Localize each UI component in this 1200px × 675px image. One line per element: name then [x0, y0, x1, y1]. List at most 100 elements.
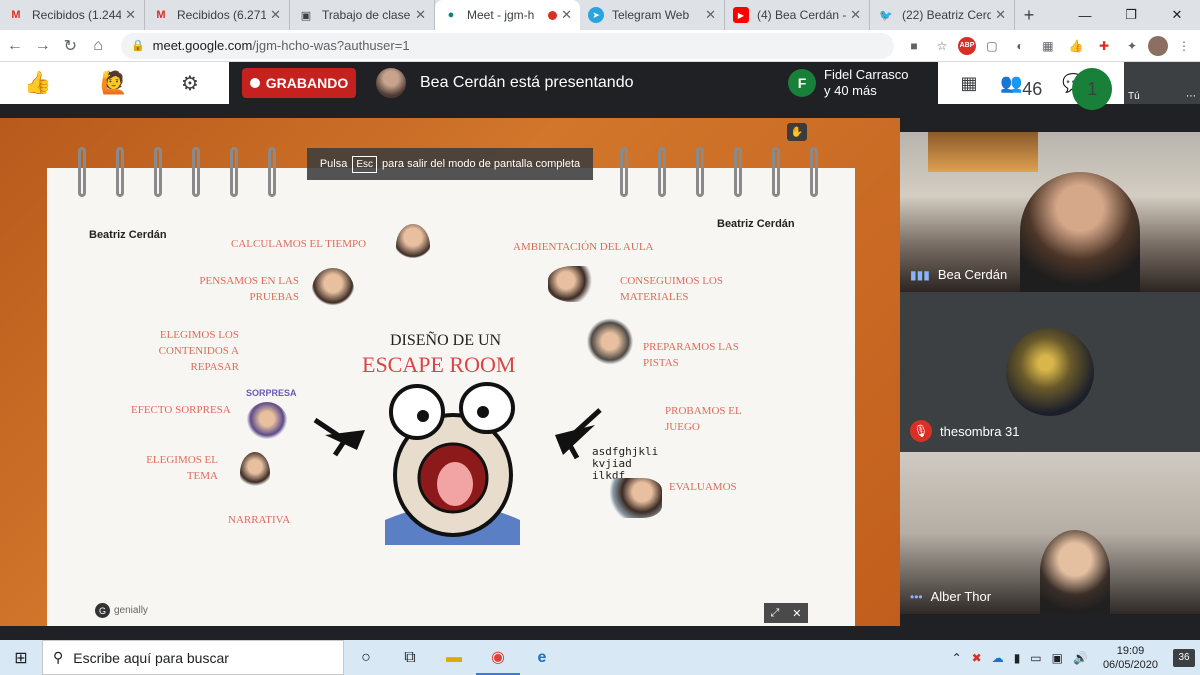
tab-youtube[interactable]: ▶ (4) Bea Cerdán - Yo ✕: [725, 0, 870, 30]
spiral-ring-icon: [696, 147, 704, 197]
battery-icon[interactable]: ▭: [1030, 651, 1041, 665]
tab-gmail-2[interactable]: M Recibidos (6.271) - ✕: [145, 0, 290, 30]
item-ambientacion[interactable]: AMBIENTACIÓN DEL AULA: [513, 239, 653, 255]
item-text-line: TEMA: [186, 470, 218, 482]
grid-layout-icon[interactable]: ▦: [938, 62, 1000, 104]
close-icon[interactable]: ✕: [705, 7, 716, 23]
camera-icon[interactable]: ■: [902, 34, 926, 58]
edge-icon[interactable]: e: [520, 640, 564, 675]
twitter-icon: 🐦: [879, 9, 893, 22]
esc-key: Esc: [352, 155, 378, 173]
cortana-icon[interactable]: ○: [344, 640, 388, 675]
home-icon[interactable]: ⌂: [85, 32, 111, 60]
network-icon[interactable]: ▣: [1052, 651, 1063, 665]
participant-avatar: F: [788, 69, 816, 97]
close-icon[interactable]: ✕: [125, 7, 136, 23]
thumbs-up-icon[interactable]: 👍: [1064, 34, 1088, 58]
meet-right-controls: ▦ 👥46 💬1: [938, 62, 1124, 110]
presenting-label: Bea Cerdán está presentando: [420, 74, 634, 91]
close-icon[interactable]: ✕: [850, 7, 861, 23]
raise-hand-icon[interactable]: 🙋: [76, 70, 152, 96]
item-elegimos-tema[interactable]: ELEGIMOS EL TEMA: [140, 452, 218, 484]
gear-icon[interactable]: ⚙: [152, 71, 228, 96]
task-view-icon[interactable]: ⧉: [388, 640, 432, 675]
participant-tile-thesombra[interactable]: 🎙 thesombra 31: [900, 292, 1200, 452]
self-video-tile[interactable]: Tú ⋯: [1124, 62, 1200, 104]
volume-icon[interactable]: 🔊: [1073, 651, 1088, 665]
adblock-icon[interactable]: ABP: [957, 36, 976, 55]
chevron-up-icon[interactable]: ⌃: [952, 651, 962, 665]
close-icon[interactable]: ✕: [561, 7, 572, 23]
participant-tile-bea[interactable]: ▮▮▮ Bea Cerdán: [900, 132, 1200, 292]
pen-icon[interactable]: ▮: [1014, 651, 1021, 665]
recording-button[interactable]: GRABANDO: [242, 68, 356, 98]
mic-off-icon: 🎙: [910, 420, 932, 442]
tab-classroom[interactable]: ▣ Trabajo de clase de ✕: [290, 0, 435, 30]
reload-icon[interactable]: ↻: [57, 32, 83, 60]
item-narrativa[interactable]: NARRATIVA: [228, 512, 290, 528]
tab-telegram[interactable]: ➤ Telegram Web ✕: [580, 0, 725, 30]
close-icon[interactable]: ✕: [995, 7, 1006, 23]
participant-tile-alber[interactable]: ••• Alber Thor: [900, 452, 1200, 614]
clock[interactable]: 19:09 06/05/2020: [1103, 644, 1158, 672]
hand-icon[interactable]: ✋: [787, 123, 807, 141]
forward-icon[interactable]: →: [30, 32, 56, 60]
slide-title-line2: ESCAPE ROOM: [362, 352, 516, 377]
meet-icon: ●: [447, 9, 455, 21]
notifications-badge[interactable]: 36: [1173, 648, 1195, 667]
new-tab-button[interactable]: +: [1015, 0, 1043, 30]
author-left: Beatriz Cerdán: [89, 229, 167, 241]
minimize-icon[interactable]: —: [1062, 0, 1108, 30]
avatar: [1006, 328, 1094, 416]
close-icon[interactable]: ✕: [415, 7, 426, 23]
self-label: Tú: [1128, 91, 1140, 102]
chat-button[interactable]: 💬1: [1062, 62, 1124, 110]
tab-twitter[interactable]: 🐦 (22) Beatriz Cerdá ✕: [870, 0, 1015, 30]
star-icon[interactable]: ☆: [930, 34, 954, 58]
youtube-icon: ▶: [733, 7, 749, 23]
avatar[interactable]: [1147, 35, 1168, 56]
tab-meet[interactable]: ● Meet - jgm-h ✕: [435, 0, 580, 30]
spiral-ring-icon: [192, 147, 200, 197]
more-options-icon[interactable]: ⋯: [1186, 91, 1196, 102]
classroom-icon: ▣: [300, 9, 312, 22]
participants-chip[interactable]: F Fidel Carrasco y 40 más: [788, 66, 909, 100]
recording-dot-icon: [548, 10, 558, 20]
collapse-icon[interactable]: ✕: [792, 607, 801, 620]
extension-icon[interactable]: ▦: [1036, 34, 1060, 58]
extension-icon[interactable]: ▢: [980, 34, 1004, 58]
item-efecto[interactable]: EFECTO SORPRESA: [131, 402, 231, 418]
item-preparamos[interactable]: PREPARAMOS LAS PISTAS: [643, 339, 739, 371]
chrome-icon[interactable]: ◉: [476, 640, 520, 675]
back-icon[interactable]: ←: [2, 32, 28, 60]
bitmoji-icon: [596, 478, 662, 518]
onedrive-icon[interactable]: ☁: [992, 651, 1004, 665]
search-placeholder: Escribe aquí para buscar: [73, 649, 229, 666]
thumbs-up-icon[interactable]: 👍: [0, 70, 76, 96]
people-button[interactable]: 👥 46: [1000, 62, 1062, 104]
item-conseguimos[interactable]: CONSEGUIMOS LOS MATERIALES: [620, 273, 723, 305]
item-text-line: REPASAR: [190, 361, 239, 373]
puzzle-icon[interactable]: ✦: [1120, 34, 1144, 58]
menu-icon[interactable]: ⋮: [1172, 34, 1196, 58]
tab-gmail-1[interactable]: M Recibidos (1.244) - ✕: [0, 0, 145, 30]
close-icon[interactable]: ✕: [270, 7, 281, 23]
share-icon[interactable]: ⤢: [770, 607, 779, 620]
search-input[interactable]: ⚲ Escribe aquí para buscar: [42, 640, 344, 675]
translate-icon[interactable]: ✚: [1092, 34, 1116, 58]
url-host: meet.google.com: [152, 38, 253, 53]
extension-icon[interactable]: ◐: [1008, 34, 1032, 58]
item-pensamos[interactable]: PENSAMOS EN LAS PRUEBAS: [196, 273, 299, 305]
participant-name: ▮▮▮ Bea Cerdán: [910, 267, 1007, 282]
item-elegimos-contenidos[interactable]: ELEGIMOS LOS CONTENIDOS A REPASAR: [150, 327, 239, 375]
item-calculamos[interactable]: CALCULAMOS EL TIEMPO: [231, 236, 366, 252]
tab-label: Recibidos (1.244) -: [32, 8, 121, 22]
item-probamos[interactable]: PROBAMOS EL JUEGO: [665, 403, 742, 435]
url-input[interactable]: 🔒 meet.google.com/jgm-hcho-was?authuser=…: [120, 32, 894, 59]
item-evaluamos[interactable]: EVALUAMOS: [669, 479, 737, 495]
file-explorer-icon[interactable]: ▬: [432, 640, 476, 675]
extension-tray-icon[interactable]: ✖: [972, 651, 982, 665]
windows-start-icon[interactable]: ⊞: [0, 640, 42, 675]
close-window-icon[interactable]: ✕: [1154, 0, 1200, 30]
restore-icon[interactable]: ❐: [1108, 0, 1154, 30]
